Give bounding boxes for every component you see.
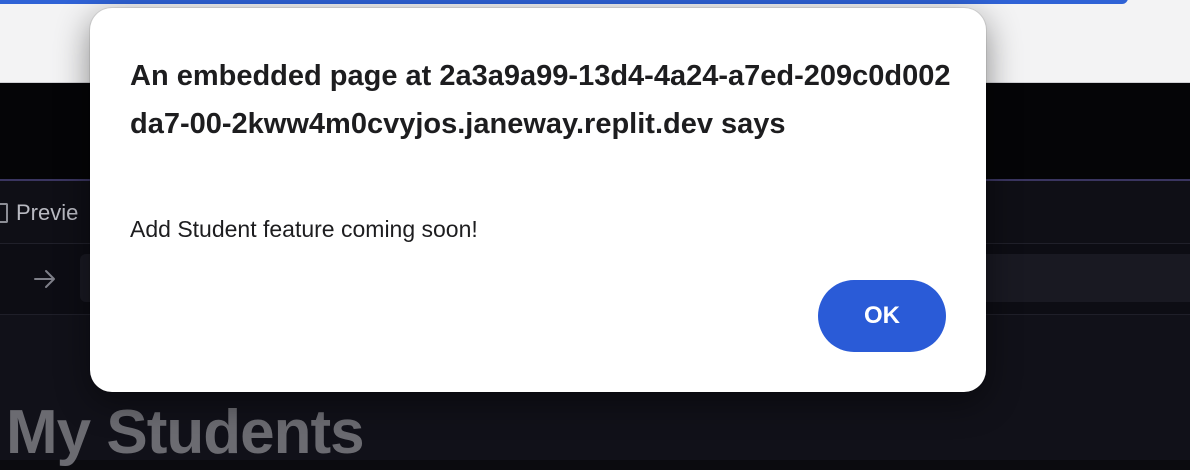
page-title: My Students bbox=[6, 398, 365, 467]
tab-preview-label: Previe bbox=[16, 200, 79, 225]
preview-tab-icon bbox=[0, 203, 8, 223]
alert-message: Add Student feature coming soon! bbox=[130, 216, 478, 242]
tab-preview[interactable]: Previe bbox=[0, 193, 78, 233]
forward-arrow-icon[interactable] bbox=[32, 264, 58, 294]
ok-button[interactable]: OK bbox=[818, 280, 946, 352]
browser-address-bar[interactable] bbox=[0, 0, 1128, 4]
alert-title: An embedded page at 2a3a9a99-13d4-4a24-a… bbox=[130, 60, 951, 140]
alert-dialog: An embedded page at 2a3a9a99-13d4-4a24-a… bbox=[90, 8, 986, 392]
